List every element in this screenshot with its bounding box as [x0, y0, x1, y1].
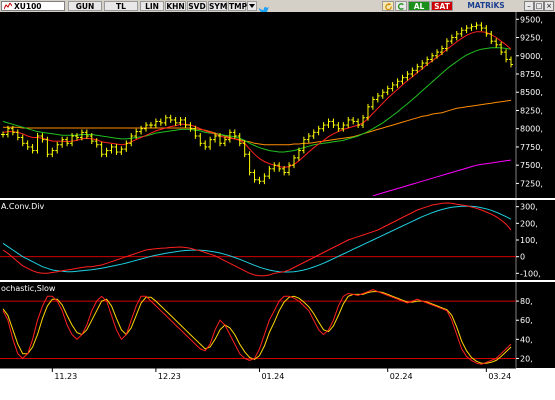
panel-separator-0 [0, 198, 555, 200]
date-tick-label: 02.24 [390, 372, 413, 381]
price-ytick-label: 8000, [520, 125, 543, 134]
price-ytick-label: 7500, [520, 161, 543, 170]
stoch-ytick-label: 80, [520, 297, 533, 306]
chevron-down-icon [249, 4, 255, 8]
price-ytick-label: 7750, [520, 143, 543, 152]
currency-tl-button[interactable]: TL [104, 1, 138, 11]
price-ytick-label: 8500, [520, 88, 543, 97]
panel-separator-1 [0, 280, 555, 282]
macd-ytick-label: -100, [520, 269, 541, 278]
macd-title: A.Conv.Div [1, 202, 44, 211]
sym-button[interactable]: SYM [208, 1, 227, 11]
close-button[interactable]: × [544, 1, 554, 11]
stoch-ytick-label: 60, [520, 316, 533, 325]
macd-ytick-label: 100, [520, 236, 538, 245]
window-controls: – □ × [524, 1, 554, 11]
price-ytick-label: 8750, [520, 70, 543, 79]
symbol-label: XU100 [14, 2, 42, 11]
stoch-title: ochastic,Slow [1, 284, 56, 293]
date-tick-label: 12.23 [158, 372, 181, 381]
maximize-button[interactable]: □ [534, 1, 544, 11]
macd-ytick-label: 300, [520, 203, 538, 212]
tmp-button[interactable]: TMP [228, 1, 247, 11]
macd-ytick-label: 200, [520, 219, 538, 228]
sell-sat-button[interactable]: SAT [431, 1, 453, 11]
chart-area[interactable]: 7250, 7500, 7750, 8000, 8250, 8500, 8750, 9000,… [0, 12, 555, 400]
copy-icon[interactable] [395, 1, 407, 11]
refresh-icon[interactable] [382, 1, 394, 11]
matriks-logo: MATRiKS [467, 1, 505, 10]
scale-lin-button[interactable]: LIN [140, 1, 164, 11]
khn-button[interactable]: KHN [165, 1, 186, 11]
twitter-icon[interactable] [258, 1, 270, 14]
symbol-field[interactable]: XU100 [1, 1, 65, 11]
macd-ytick-label: 0 [520, 253, 525, 262]
date-tick-label: 11.23 [54, 372, 77, 381]
buy-al-button[interactable]: AL [408, 1, 430, 11]
panel-bg-0 [0, 12, 516, 198]
panel-bg-2 [0, 282, 516, 368]
price-ytick-label: 9500, [520, 15, 543, 24]
price-ytick-label: 7250, [520, 179, 543, 188]
template-dropdown[interactable] [247, 1, 257, 11]
chart-type-icon[interactable] [4, 3, 12, 10]
price-ytick-label: 9000, [520, 52, 543, 61]
minimize-button[interactable]: – [524, 1, 534, 11]
svd-button[interactable]: SVD [187, 1, 207, 11]
date-tick-label: 03.24 [488, 372, 511, 381]
stoch-ytick-label: 40, [520, 335, 533, 344]
price-ytick-label: 9250, [520, 34, 543, 43]
period-gun-button[interactable]: GUN [68, 1, 102, 11]
price-ytick-label: 8250, [520, 106, 543, 115]
stoch-ytick-label: 20, [520, 354, 533, 363]
date-tick-label: 01.24 [261, 372, 284, 381]
